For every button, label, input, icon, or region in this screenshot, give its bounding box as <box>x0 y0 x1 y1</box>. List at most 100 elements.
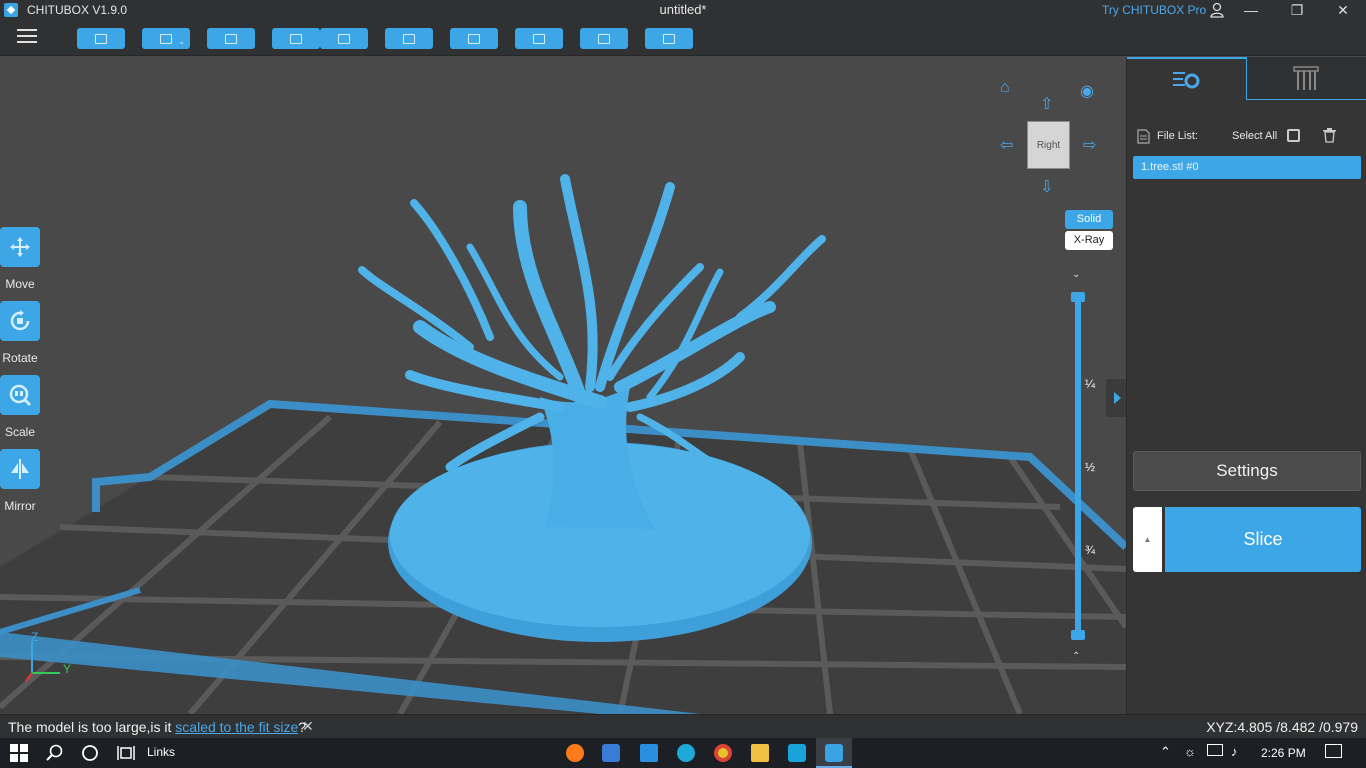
move-icon[interactable] <box>0 227 40 267</box>
status-bar: The model is too large,is it scaled to t… <box>0 714 1366 738</box>
right-panel: File List: Select All 1.tree.stl #0 Sett… <box>1126 57 1366 714</box>
settings-gear-icon <box>1173 72 1200 89</box>
links-toolbar[interactable]: Links <box>147 745 175 759</box>
redo-icon <box>338 33 350 44</box>
build-plate-scene[interactable] <box>0 57 1126 714</box>
volume-icon[interactable]: ♪ <box>1231 744 1238 759</box>
tab-supports[interactable] <box>1247 57 1366 100</box>
notifications-icon[interactable] <box>1325 744 1342 758</box>
hollow-button[interactable] <box>580 28 628 49</box>
layer-slider-bottom-handle[interactable] <box>1071 630 1085 640</box>
layer-slider-track[interactable] <box>1075 297 1081 635</box>
scale-icon[interactable] <box>0 375 40 415</box>
slider-tick-half: ½ <box>1085 460 1096 474</box>
package-button[interactable] <box>645 28 693 49</box>
support-icon <box>533 33 545 44</box>
close-button[interactable]: ✕ <box>1320 0 1366 20</box>
app-name: CHITUBOX V1.9.0 <box>27 3 128 17</box>
panel-collapse-toggle[interactable] <box>1106 379 1126 417</box>
network-icon[interactable] <box>1207 744 1223 756</box>
redo-button[interactable] <box>320 28 368 49</box>
chevron-up-icon[interactable]: ⌃ <box>1072 651 1080 662</box>
layer-slider-top-handle[interactable] <box>1071 292 1085 302</box>
slice-button[interactable]: Slice <box>1165 507 1361 572</box>
title-bar: CHITUBOX V1.9.0 untitled* Try CHITUBOX P… <box>0 0 1366 20</box>
cortana-icon[interactable] <box>81 744 99 762</box>
settings-button[interactable]: Settings <box>1133 451 1361 491</box>
tab-settings[interactable] <box>1127 57 1247 100</box>
minimize-button[interactable]: — <box>1228 0 1274 20</box>
edge-icon[interactable] <box>677 744 695 762</box>
brightness-icon[interactable]: ☼ <box>1184 744 1196 759</box>
hamburger-menu-icon[interactable] <box>17 29 37 45</box>
file-list-item[interactable]: 1.tree.stl #0 <box>1133 156 1361 179</box>
select-all-label: Select All <box>1232 130 1278 142</box>
main-toolbar: ⌄ <box>0 20 1366 56</box>
copy-icon <box>403 33 415 44</box>
view-cube[interactable]: Right <box>1027 121 1070 169</box>
firefox-icon[interactable] <box>566 744 584 762</box>
arrow-up-icon[interactable]: ⇧ <box>1040 94 1053 114</box>
rotate-tool[interactable]: Rotate <box>0 301 40 365</box>
recent-file-icon <box>225 33 237 44</box>
eye-icon[interactable]: ◉ <box>1080 81 1094 101</box>
mirror-icon[interactable] <box>0 449 40 489</box>
arrow-right-icon[interactable]: ⇨ <box>1083 135 1096 155</box>
scale-to-fit-link[interactable]: scaled to the fit size <box>175 719 298 735</box>
undo-icon <box>290 33 302 44</box>
open-file-button[interactable] <box>77 28 125 49</box>
home-view-icon[interactable]: ⌂ <box>1000 79 1010 97</box>
y-axis-label: Y <box>63 662 72 676</box>
file-explorer-icon[interactable] <box>751 744 769 762</box>
chevron-down-icon[interactable]: ⌄ <box>178 38 185 46</box>
trash-icon[interactable] <box>1323 128 1336 143</box>
scale-label: Scale <box>4 425 36 439</box>
user-account-icon[interactable] <box>1210 2 1224 18</box>
file-list-label: File List: <box>1157 130 1198 142</box>
slider-tick-quarter: ¼ <box>1085 377 1096 391</box>
arrow-left-icon[interactable]: ⇦ <box>1000 135 1013 155</box>
search-icon[interactable] <box>46 744 64 762</box>
arrow-down-icon[interactable]: ⇩ <box>1040 177 1053 197</box>
store-icon[interactable] <box>602 744 620 762</box>
undo-button[interactable] <box>272 28 320 49</box>
chitubox-active-icon[interactable] <box>825 744 843 762</box>
windows-start-icon[interactable] <box>10 744 28 762</box>
chitubox-logo-icon <box>4 3 18 17</box>
layout-icon <box>468 33 480 44</box>
clock[interactable]: 2:26 PM <box>1261 746 1306 760</box>
rotate-icon[interactable] <box>0 301 40 341</box>
task-view-icon[interactable] <box>117 744 135 762</box>
chevron-up-icon[interactable]: ⌃ <box>1160 744 1171 760</box>
package-icon <box>663 33 675 44</box>
restore-button[interactable]: ❐ <box>1274 0 1320 20</box>
z-axis-label: Z <box>31 630 39 644</box>
scale-tool[interactable]: Scale <box>0 375 40 439</box>
xray-view-button[interactable]: X-Ray <box>1065 231 1113 250</box>
mail-icon[interactable] <box>640 744 658 762</box>
support-button[interactable] <box>515 28 563 49</box>
solid-view-button[interactable]: Solid <box>1065 210 1113 229</box>
mirror-tool[interactable]: Mirror <box>0 449 40 513</box>
select-all-checkbox[interactable] <box>1287 129 1300 142</box>
save-icon <box>160 33 172 44</box>
dismiss-message-icon[interactable]: ✕ <box>302 718 314 735</box>
3d-viewport[interactable]: Z Y Move Rotate Scale Mirror ⌂ ⇧ ◉ ⇦ ⇨ ⇩… <box>0 57 1126 714</box>
chrome-icon[interactable] <box>714 744 732 762</box>
chitubox-app-icon[interactable] <box>788 744 806 762</box>
try-pro-link[interactable]: Try CHITUBOX Pro <box>1102 3 1206 17</box>
open-recent-button[interactable] <box>207 28 255 49</box>
rotate-label: Rotate <box>2 351 38 365</box>
mirror-label: Mirror <box>4 499 36 513</box>
status-message: The model is too large,is it scaled to t… <box>8 719 306 735</box>
slice-options-dropdown[interactable]: ▲ <box>1133 507 1162 572</box>
save-button[interactable]: ⌄ <box>142 28 190 49</box>
copy-button[interactable] <box>385 28 433 49</box>
xyz-coordinates: XYZ:4.805 /8.482 /0.979 <box>1206 719 1358 735</box>
file-list-icon <box>1137 129 1150 144</box>
slider-tick-three-quarter: ¾ <box>1085 543 1096 557</box>
chevron-down-icon[interactable]: ⌄ <box>1072 269 1080 280</box>
support-pillars-icon <box>1293 66 1319 90</box>
auto-layout-button[interactable] <box>450 28 498 49</box>
move-tool[interactable]: Move <box>0 227 40 291</box>
